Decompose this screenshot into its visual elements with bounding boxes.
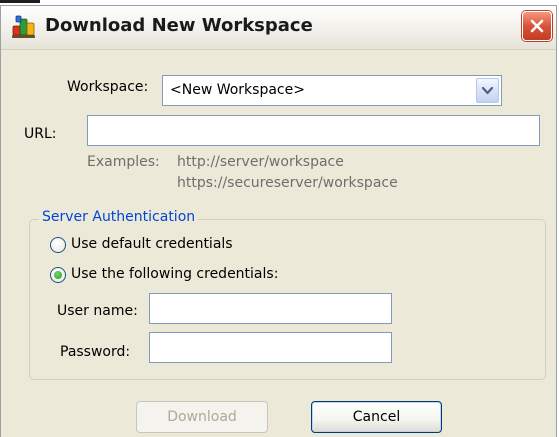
download-workspace-dialog: Download New Workspace Workspace: <New W… — [0, 5, 557, 437]
server-authentication-title: Server Authentication — [39, 209, 199, 225]
url-input[interactable] — [87, 115, 540, 146]
workspace-selected-value: <New Workspace> — [170, 82, 305, 98]
username-input[interactable] — [149, 293, 392, 324]
workspace-dropdown-button[interactable] — [476, 78, 499, 103]
radio-use-following-credentials[interactable] — [50, 267, 66, 283]
url-label: URL: — [24, 126, 57, 142]
radio-selected-dot — [54, 271, 62, 279]
cancel-button[interactable]: Cancel — [311, 401, 442, 433]
close-icon — [530, 19, 544, 33]
examples-label: Examples: — [87, 154, 160, 170]
radio-use-default-credentials[interactable] — [50, 237, 66, 253]
username-label: User name: — [57, 303, 138, 319]
download-button[interactable]: Download — [136, 401, 268, 433]
screenshot: Download New Workspace Workspace: <New W… — [0, 0, 559, 437]
title-bar[interactable]: Download New Workspace — [1, 6, 556, 50]
example-url-http: http://server/workspace — [177, 154, 344, 170]
workspace-dropdown[interactable]: <New Workspace> — [162, 75, 502, 106]
dialog-title: Download New Workspace — [45, 15, 313, 36]
close-button[interactable] — [522, 11, 552, 41]
chevron-down-icon — [482, 86, 493, 94]
use-default-credentials-label[interactable]: Use default credentials — [71, 236, 233, 252]
application-icon — [11, 14, 37, 40]
example-url-https: https://secureserver/workspace — [177, 175, 398, 191]
password-input[interactable] — [149, 332, 392, 363]
workspace-label: Workspace: — [67, 79, 149, 95]
partial-text-fragment — [0, 0, 40, 3]
password-label: Password: — [60, 344, 131, 360]
use-following-credentials-label[interactable]: Use the following credentials: — [71, 266, 278, 282]
